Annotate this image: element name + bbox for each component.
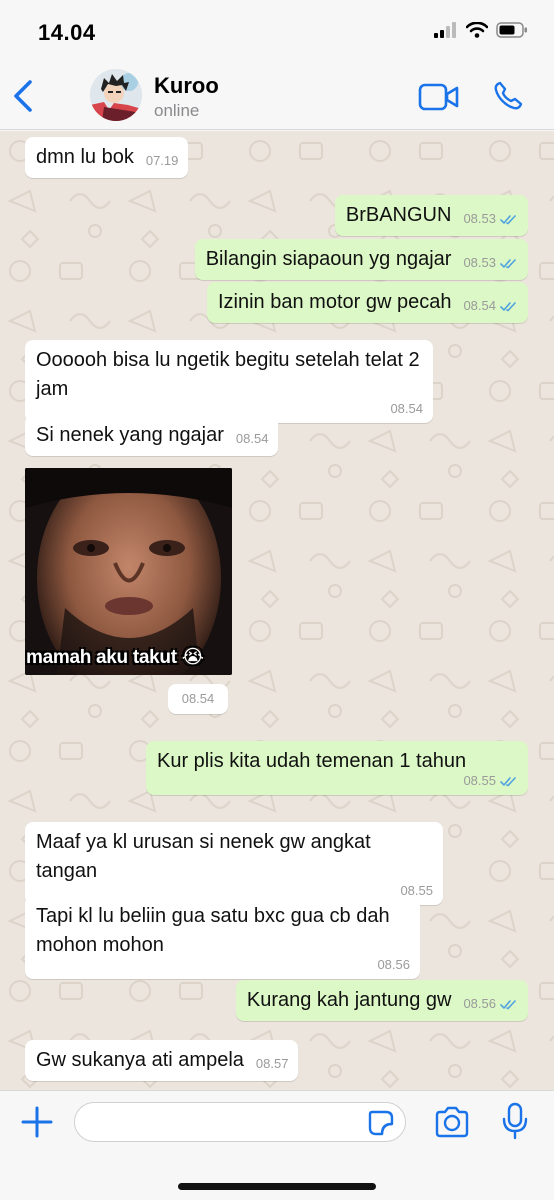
message-time: 08.53: [463, 211, 518, 227]
message-time: 07.19: [145, 153, 179, 168]
status-bar: 14.04: [0, 0, 554, 62]
message-incoming[interactable]: Si nenek yang ngajar 08.54: [25, 415, 279, 456]
read-ticks-icon: [500, 301, 516, 311]
sticker-image[interactable]: mamah aku takut 😭: [25, 468, 232, 675]
status-icons: [434, 22, 528, 38]
camera-icon[interactable]: [434, 1105, 470, 1139]
chat-header: Kuroo online: [0, 62, 554, 130]
contact-name[interactable]: Kuroo: [154, 73, 219, 99]
message-time: 08.55: [157, 773, 518, 789]
message-time: 08.56: [463, 996, 518, 1012]
message-time: 08.53: [463, 255, 518, 271]
home-indicator[interactable]: [178, 1183, 376, 1190]
chat-area[interactable]: dmn lu bok 07.19 BrBANGUN 08.53 Bilangin…: [0, 131, 554, 1090]
read-ticks-icon: [500, 258, 516, 268]
sticker-face: [25, 468, 232, 675]
message-time: 08.56: [377, 957, 410, 972]
composer-bar: [0, 1090, 554, 1200]
read-ticks-icon: [500, 776, 516, 786]
back-chevron-icon[interactable]: [10, 78, 38, 114]
read-ticks-icon: [500, 999, 516, 1009]
read-ticks-icon: [500, 214, 516, 224]
message-incoming[interactable]: Gw sukanya ati ampela 08.57: [25, 1040, 299, 1081]
message-incoming[interactable]: dmn lu bok 07.19: [25, 137, 189, 178]
message-time: 08.57: [255, 1056, 289, 1071]
signal-icon: [434, 22, 456, 38]
message-time: 08.54: [463, 298, 518, 314]
avatar[interactable]: [90, 69, 142, 121]
status-time: 14.04: [38, 20, 96, 45]
microphone-icon[interactable]: [502, 1102, 528, 1140]
message-outgoing[interactable]: Kur plis kita udah temenan 1 tahun 08.55: [146, 741, 528, 795]
battery-icon: [496, 22, 527, 38]
wifi-icon: [466, 22, 488, 38]
message-outgoing[interactable]: BrBANGUN 08.53: [334, 195, 528, 236]
message-outgoing[interactable]: Kurang kah jantung gw 08.56: [235, 980, 528, 1021]
sticker-icon[interactable]: [368, 1110, 394, 1136]
message-incoming[interactable]: Tapi kl lu beliin gua satu bxc gua cb da…: [25, 896, 420, 979]
message-incoming[interactable]: Oooooh bisa lu ngetik begitu setelah tel…: [25, 340, 433, 423]
phone-icon[interactable]: [492, 80, 524, 112]
plus-icon[interactable]: [20, 1105, 54, 1139]
video-call-icon[interactable]: [418, 82, 460, 112]
message-outgoing[interactable]: Izinin ban motor gw pecah 08.54: [206, 282, 528, 323]
contact-status: online: [154, 101, 200, 120]
message-outgoing[interactable]: Bilangin siapaoun yg ngajar 08.53: [194, 239, 528, 280]
sticker-time: 08.54: [168, 684, 228, 714]
message-incoming[interactable]: Maaf ya kl urusan si nenek gw angkat tan…: [25, 822, 443, 905]
sticker-caption: mamah aku takut 😭: [26, 647, 204, 668]
message-input[interactable]: [74, 1102, 406, 1142]
message-time: 08.54: [235, 431, 269, 446]
